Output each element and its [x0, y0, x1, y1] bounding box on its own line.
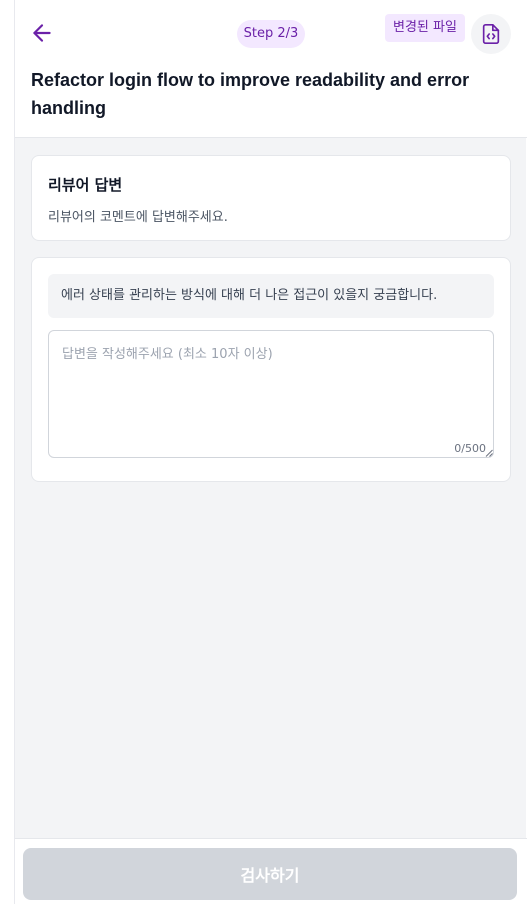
reviewer-comment: 에러 상태를 관리하는 방식에 대해 더 나은 접근이 있을지 궁금합니다. — [48, 274, 494, 318]
review-reply-page: Step 2/3 변경된 파일 Refactor login flow to i… — [14, 0, 527, 904]
view-files-button[interactable] — [471, 14, 511, 54]
reply-input[interactable] — [48, 330, 494, 458]
back-button[interactable] — [29, 20, 55, 46]
resize-handle-icon[interactable] — [485, 449, 493, 457]
reply-card: 에러 상태를 관리하는 방식에 대해 더 나은 접근이 있을지 궁금합니다. 0… — [31, 257, 511, 482]
changed-files-button[interactable]: 변경된 파일 — [385, 14, 465, 42]
step-indicator: Step 2/3 — [237, 20, 305, 48]
file-code-icon — [482, 24, 500, 44]
intro-card: 리뷰어 답변 리뷰어의 코멘트에 답변해주세요. — [31, 155, 511, 241]
page-footer: 검사하기 — [15, 838, 527, 904]
page-header: Step 2/3 변경된 파일 Refactor login flow to i… — [15, 0, 527, 138]
arrow-left-icon — [33, 24, 51, 42]
char-counter: 0/500 — [454, 442, 486, 455]
submit-button[interactable]: 검사하기 — [23, 848, 517, 900]
intro-heading: 리뷰어 답변 — [48, 176, 123, 194]
page-title: Refactor login flow to improve readabili… — [31, 70, 470, 118]
intro-description: 리뷰어의 코멘트에 답변해주세요. — [48, 210, 228, 225]
